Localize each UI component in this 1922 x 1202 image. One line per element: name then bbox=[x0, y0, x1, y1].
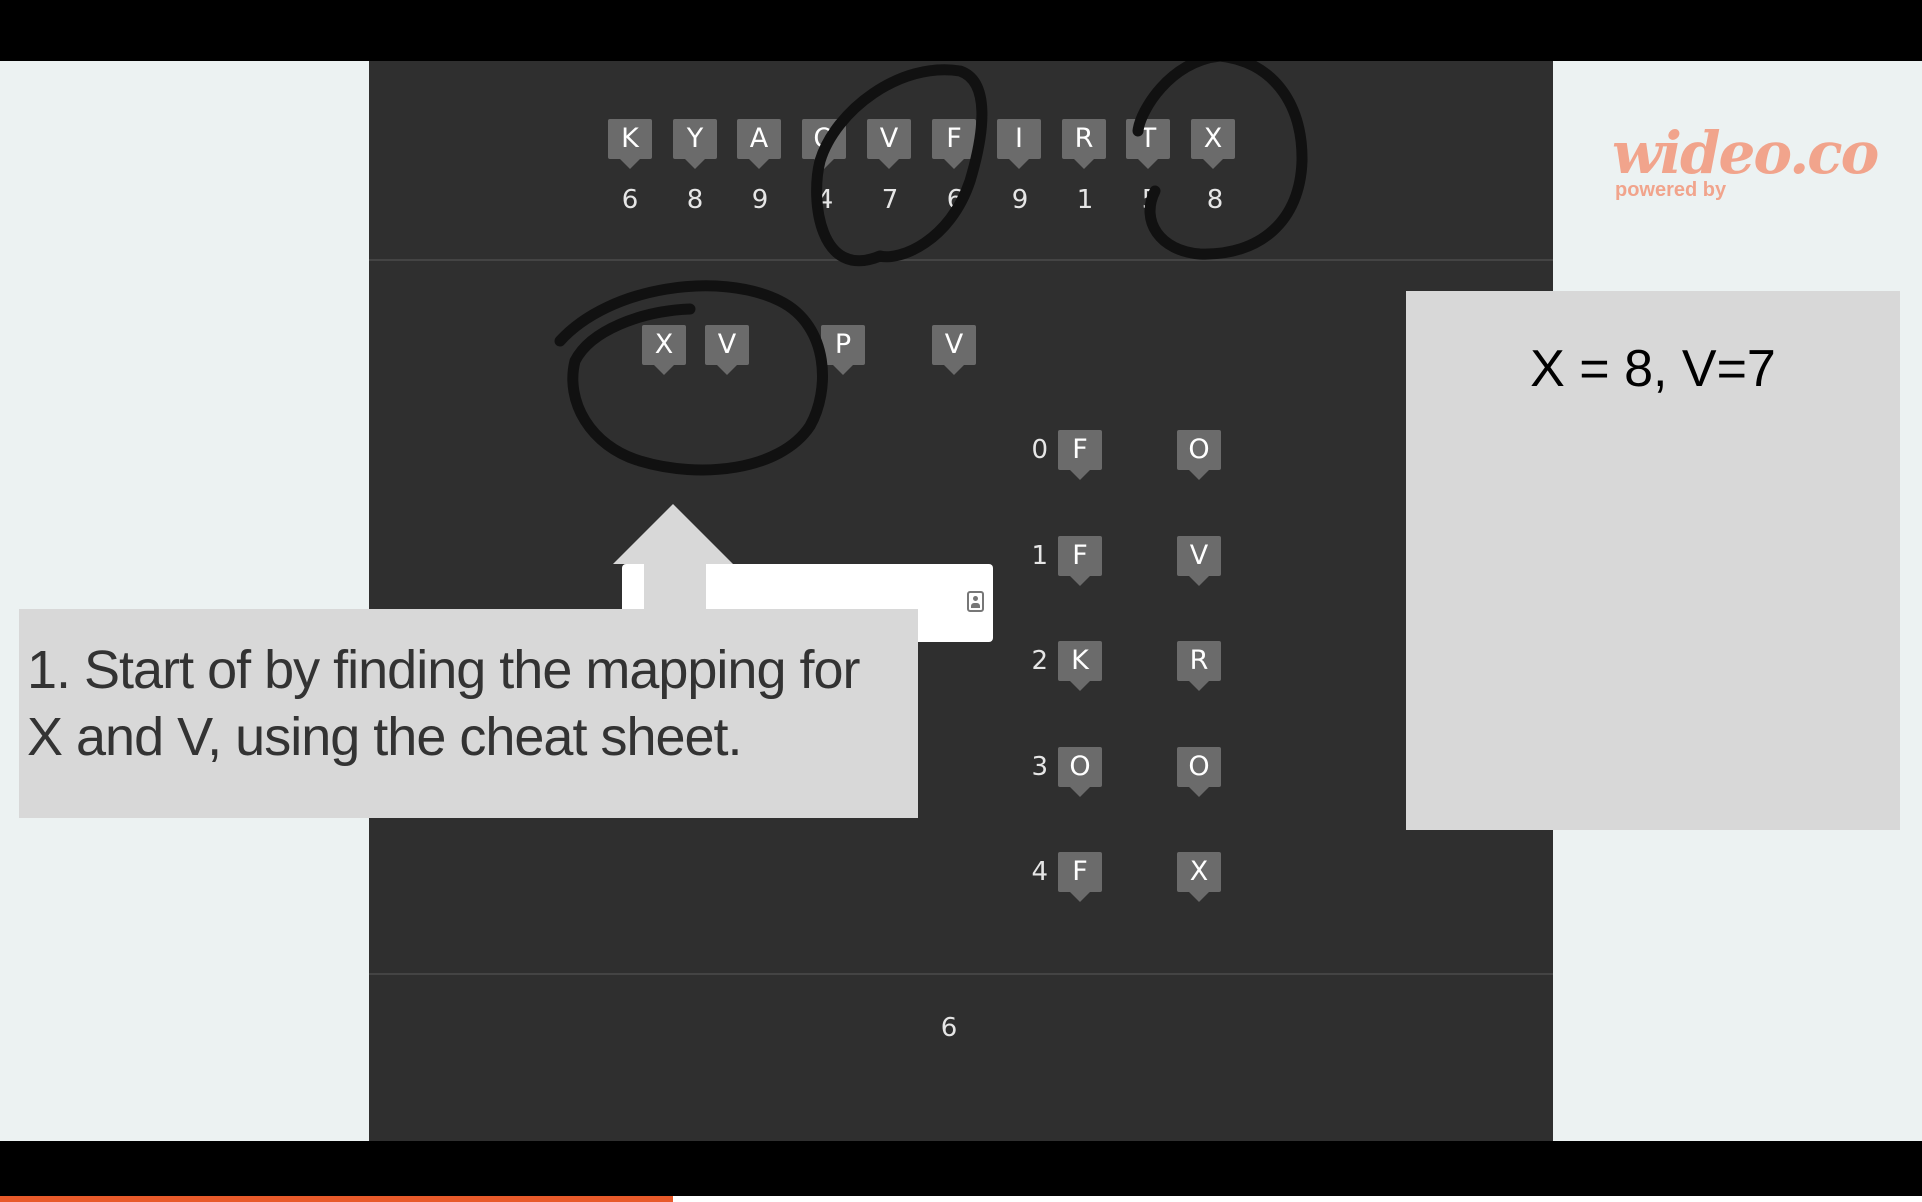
arrow-up-icon bbox=[613, 504, 733, 564]
cheat-tile: K bbox=[1058, 641, 1102, 691]
letterbox-bottom bbox=[0, 1141, 1922, 1202]
page-number: 6 bbox=[940, 1013, 958, 1043]
instruction-callout: 1. Start of by finding the mapping for X… bbox=[19, 609, 918, 818]
cipher-digit: 5 bbox=[1141, 185, 1159, 215]
cipher-digit: 9 bbox=[751, 185, 769, 215]
video-frame: K Y A O V F I R T X 6 8 9 4 7 6 9 1 5 8 … bbox=[0, 61, 1922, 1141]
cipher-digit: 6 bbox=[946, 185, 964, 215]
letterbox-top bbox=[0, 0, 1922, 61]
cipher-tile: O bbox=[802, 119, 846, 169]
cipher-tile: V bbox=[867, 119, 911, 169]
answer-tile[interactable]: V bbox=[932, 325, 976, 375]
cipher-tile: I bbox=[997, 119, 1041, 169]
video-progress-bar[interactable] bbox=[0, 1196, 1922, 1202]
cipher-tile: T bbox=[1126, 119, 1170, 169]
cipher-digit: 8 bbox=[1206, 185, 1224, 215]
cheat-tile: F bbox=[1058, 536, 1102, 586]
cheat-tile: O bbox=[1058, 747, 1102, 797]
side-note-text: X = 8, V=7 bbox=[1530, 340, 1776, 398]
side-note-panel: X = 8, V=7 bbox=[1406, 291, 1900, 830]
cipher-digit: 6 bbox=[621, 185, 639, 215]
cipher-tile: K bbox=[608, 119, 652, 169]
cheat-digit: 1 bbox=[1031, 541, 1048, 571]
cipher-digit: 7 bbox=[881, 185, 899, 215]
callout-line-1: 1. Start of by finding the mapping for bbox=[27, 640, 861, 700]
brand-logo: wideo.co bbox=[1612, 119, 1879, 187]
cipher-tile: A bbox=[737, 119, 781, 169]
cheat-tile: V bbox=[1177, 536, 1221, 586]
top-divider bbox=[369, 259, 1553, 261]
cheat-tile: O bbox=[1177, 747, 1221, 797]
cheat-tile: F bbox=[1058, 430, 1102, 480]
answer-tile[interactable]: P bbox=[821, 325, 865, 375]
answer-tile[interactable]: V bbox=[705, 325, 749, 375]
cheat-tile: O bbox=[1177, 430, 1221, 480]
cipher-tile: Y bbox=[673, 119, 717, 169]
answer-tile[interactable]: X bbox=[642, 325, 686, 375]
callout-line-2: X and V, using the cheat sheet. bbox=[27, 707, 743, 767]
cipher-tile: X bbox=[1191, 119, 1235, 169]
cheat-digit: 0 bbox=[1031, 435, 1048, 465]
cheat-tile: X bbox=[1177, 852, 1221, 902]
video-progress-fill bbox=[0, 1196, 673, 1202]
cipher-tile: R bbox=[1062, 119, 1106, 169]
cipher-digit: 4 bbox=[816, 185, 834, 215]
cheat-digit: 2 bbox=[1031, 646, 1048, 676]
cipher-digit: 8 bbox=[686, 185, 704, 215]
cheat-tile: R bbox=[1177, 641, 1221, 691]
brand-tagline: powered by bbox=[1615, 179, 1727, 201]
cheat-digit: 3 bbox=[1031, 752, 1048, 782]
cipher-digit: 9 bbox=[1011, 185, 1029, 215]
bottom-divider bbox=[369, 973, 1553, 975]
contact-card-icon[interactable] bbox=[967, 591, 984, 612]
cipher-digit: 1 bbox=[1076, 185, 1094, 215]
cipher-tile: F bbox=[932, 119, 976, 169]
cheat-digit: 4 bbox=[1031, 857, 1048, 887]
cheat-tile: F bbox=[1058, 852, 1102, 902]
